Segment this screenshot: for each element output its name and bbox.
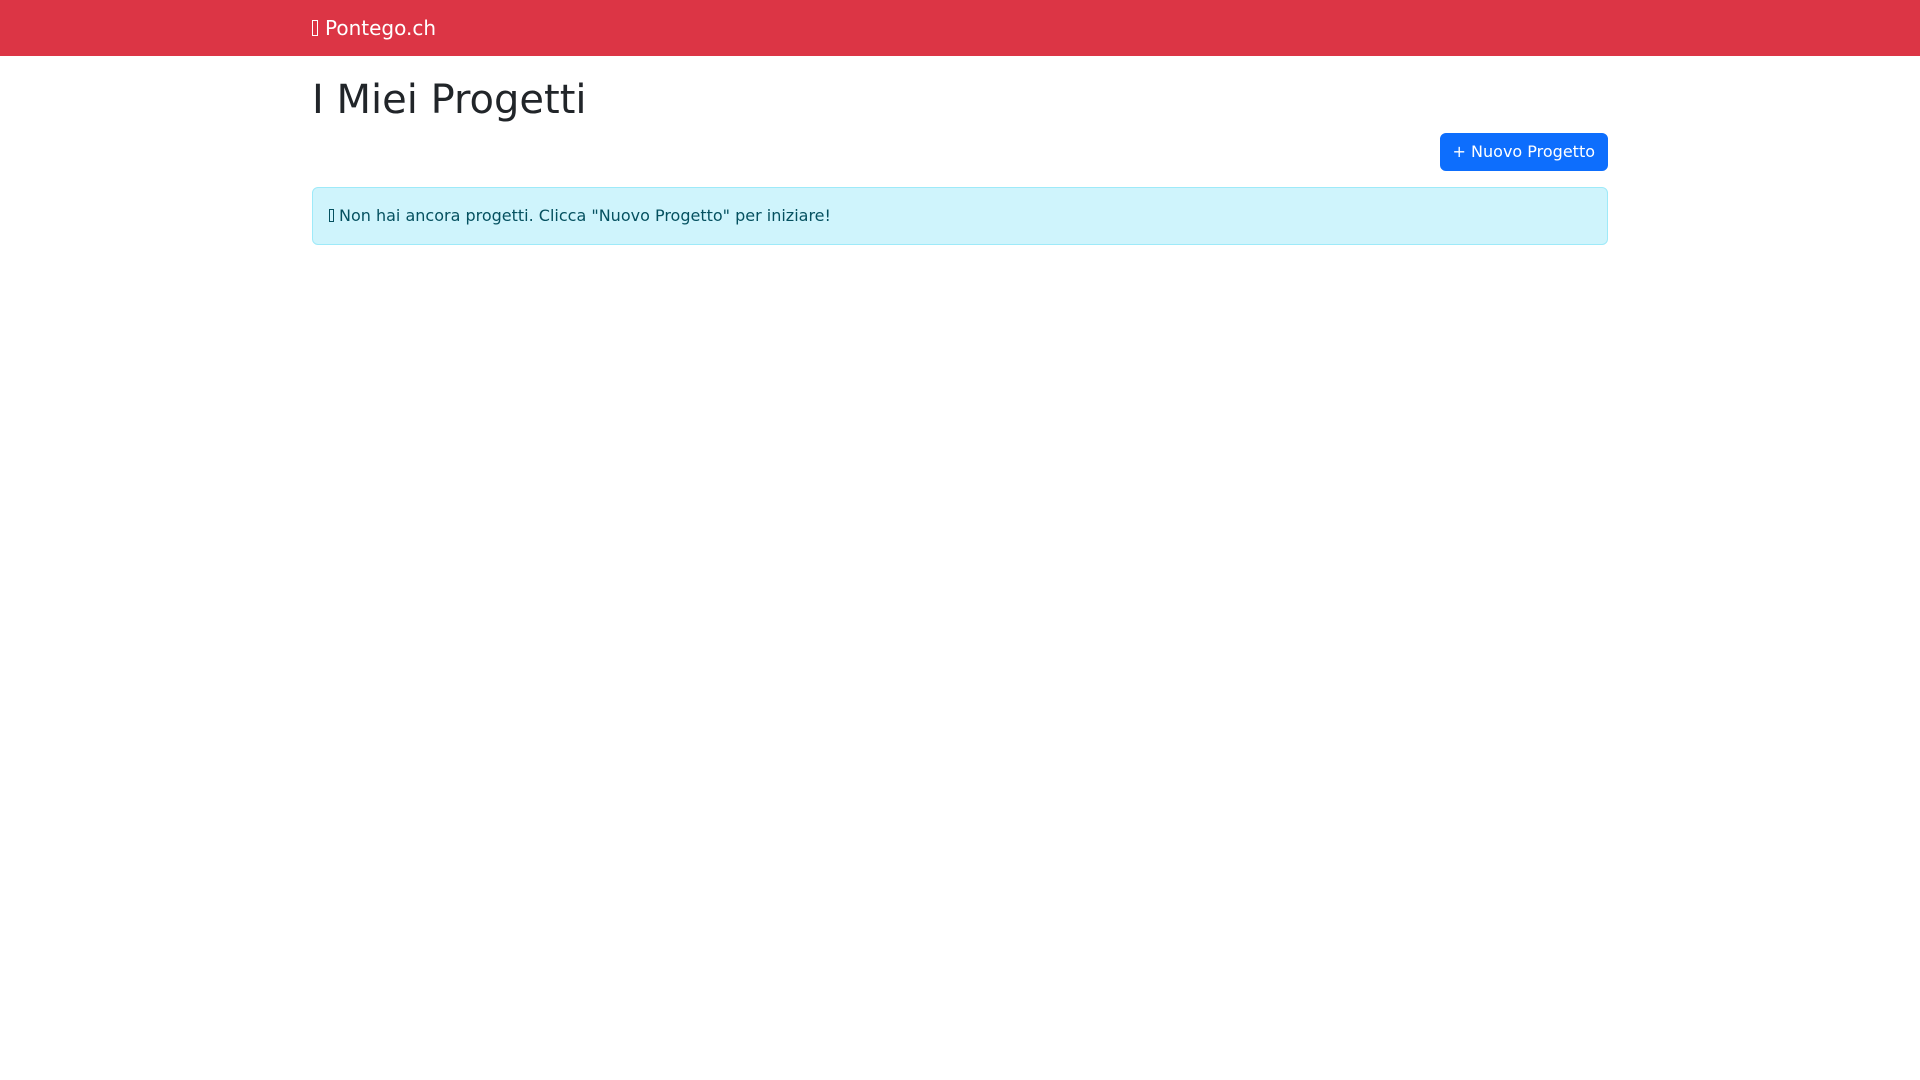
page-title: I Miei Progetti xyxy=(312,77,587,123)
brand-link[interactable]: Pontego.ch xyxy=(312,0,436,56)
missing-glyph-icon xyxy=(312,20,318,36)
brand-label: Pontego.ch xyxy=(325,16,437,40)
new-project-button[interactable]: + Nuovo Progetto xyxy=(1439,133,1608,171)
top-navbar: Pontego.ch xyxy=(0,0,1920,56)
empty-projects-alert: Non hai ancora progetti. Clicca "Nuovo P… xyxy=(312,187,1608,245)
empty-projects-message: Non hai ancora progetti. Clicca "Nuovo P… xyxy=(339,206,831,225)
main-container: I Miei Progetti + Nuovo Progetto Non hai… xyxy=(312,56,1608,245)
toolbar: + Nuovo Progetto xyxy=(312,133,1608,171)
missing-glyph-icon xyxy=(329,209,334,222)
